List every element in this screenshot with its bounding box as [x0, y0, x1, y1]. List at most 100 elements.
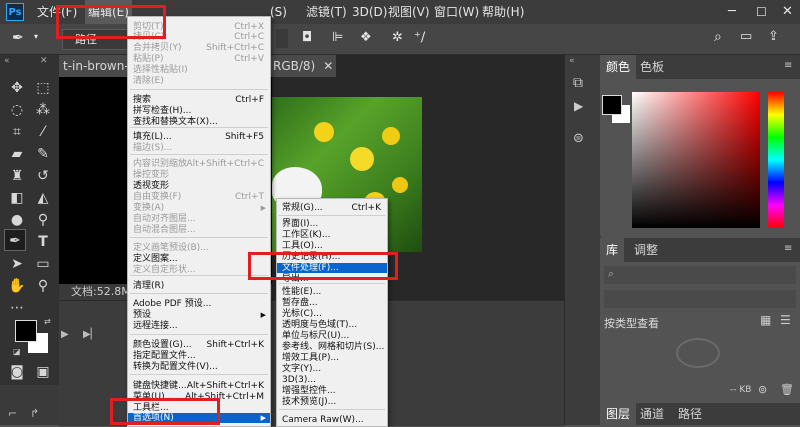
- tab-close-icon[interactable]: ✕: [315, 59, 333, 73]
- default-colors-icon[interactable]: ◪: [13, 347, 21, 356]
- edit-menu-item[interactable]: 预设 ▶: [128, 310, 270, 320]
- move-tool-icon[interactable]: ✥: [6, 77, 28, 99]
- library-select[interactable]: [604, 290, 796, 308]
- document-tab-tail[interactable]: RGB/8) ✕: [270, 55, 336, 77]
- tab-libraries[interactable]: 库: [600, 238, 625, 262]
- tab-color[interactable]: 颜色: [600, 55, 637, 79]
- menu-view[interactable]: 视图(V): [388, 0, 430, 24]
- foreground-color-swatch[interactable]: [15, 320, 37, 342]
- list-view-icon[interactable]: ☰: [780, 313, 791, 327]
- preferences-menu-item[interactable]: 文字(Y)...: [277, 364, 387, 374]
- play-icon[interactable]: ▶: [61, 329, 69, 340]
- edit-menu-item[interactable]: 自动对齐图层...: [128, 214, 270, 224]
- eraser-icon[interactable]: ◧: [6, 187, 28, 209]
- menu-select[interactable]: (S): [270, 0, 287, 24]
- menu-help[interactable]: 帮助(H): [482, 0, 524, 24]
- search-icon[interactable]: ⌕: [714, 29, 722, 45]
- edit-menu-item[interactable]: 变换(A) ▶: [128, 203, 270, 213]
- edit-menu-item[interactable]: 选择性粘贴(I): [128, 65, 270, 75]
- edit-menu-item[interactable]: 拼写检查(H)...: [128, 106, 270, 116]
- color-spectrum[interactable]: [632, 92, 760, 228]
- preferences-menu-item[interactable]: 界面(I)...: [277, 219, 387, 229]
- edit-menu-item[interactable]: 清除(E): [128, 76, 270, 86]
- preferences-menu-item[interactable]: 常规(G)... Ctrl+K: [277, 203, 387, 213]
- edit-menu-item[interactable]: 键盘快捷键... Alt+Shift+Ctrl+K: [128, 381, 270, 391]
- preferences-menu-item[interactable]: 单位与标尺(U)...: [277, 331, 387, 341]
- share-icon[interactable]: ⇪: [768, 29, 779, 44]
- tab-swatches[interactable]: 色板: [634, 55, 670, 79]
- collapse-icon[interactable]: «: [4, 56, 10, 66]
- crop-tool-icon[interactable]: ⌗: [6, 121, 28, 143]
- preferences-menu-item[interactable]: 暂存盘...: [277, 298, 387, 308]
- history-panel-icon[interactable]: ⧉: [573, 75, 583, 91]
- lasso-tool-icon[interactable]: ◌: [6, 99, 28, 121]
- preferences-menu-item[interactable]: 透明度与色域(T)...: [277, 320, 387, 330]
- path-arrangement-icon[interactable]: ❖: [360, 30, 372, 45]
- edit-menu-item[interactable]: 操控变形: [128, 170, 270, 180]
- trash-icon[interactable]: 🗑: [780, 383, 794, 396]
- workspace-icon[interactable]: ▭: [740, 29, 752, 44]
- panel-close-icon[interactable]: ✕: [40, 56, 48, 66]
- edit-menu-item[interactable]: 填充(L)... Shift+F5: [128, 132, 270, 142]
- pen-tool-icon[interactable]: ✒: [12, 30, 24, 46]
- edit-menu-item[interactable]: 远程连接...: [128, 321, 270, 331]
- tab-channels[interactable]: 通道: [640, 403, 664, 425]
- artboard-tool-icon[interactable]: ⬚: [32, 77, 54, 99]
- blur-tool-icon[interactable]: ●: [6, 209, 28, 231]
- path-option-stub[interactable]: [276, 29, 288, 48]
- edit-menu-item[interactable]: 指定配置文件...: [128, 351, 270, 361]
- edit-menu-item[interactable]: 自由变换(F) Ctrl+T: [128, 192, 270, 202]
- history-brush-icon[interactable]: ↺: [32, 165, 54, 187]
- tab-paths[interactable]: 路径: [678, 403, 702, 425]
- preferences-menu-item[interactable]: 工作区(K)...: [277, 230, 387, 240]
- edit-menu-item[interactable]: 合并拷贝(Y) Shift+Ctrl+C: [128, 43, 270, 53]
- hand-tool-icon[interactable]: ✋: [6, 275, 28, 297]
- sync-icon[interactable]: ⊚: [758, 383, 767, 396]
- edit-menu-item[interactable]: 颜色设置(G)... Shift+Ctrl+K: [128, 340, 270, 350]
- preferences-menu-item[interactable]: 技术预览(J)...: [277, 397, 387, 407]
- chevron-down-icon[interactable]: ▾: [34, 32, 38, 41]
- rectangle-tool-icon[interactable]: ▭: [32, 253, 54, 275]
- edit-menu-item[interactable]: 描边(S)...: [128, 143, 270, 153]
- next-frame-icon[interactable]: ▶▏: [83, 329, 98, 340]
- edit-menu-item[interactable]: 查找和替换文本(X)...: [128, 117, 270, 127]
- tab-adjustments[interactable]: 调整: [628, 238, 664, 262]
- panel-menu-icon[interactable]: ≡: [784, 243, 792, 254]
- edit-menu-item[interactable]: 清理(R): [128, 281, 270, 291]
- eyedropper-icon[interactable]: ⁄: [32, 121, 54, 143]
- menu-3d[interactable]: 3D(D): [352, 0, 387, 24]
- zoom-tool-icon[interactable]: ⚲: [32, 275, 54, 297]
- color-panel-foreground-swatch[interactable]: [602, 95, 622, 115]
- preferences-menu-item[interactable]: 增效工具(P)...: [277, 353, 387, 363]
- preferences-menu-item[interactable]: 增强型控件...: [277, 386, 387, 396]
- preferences-menu-item[interactable]: 性能(E)...: [277, 287, 387, 297]
- edit-menu-item[interactable]: 内容识别缩放 Alt+Shift+Ctrl+C: [128, 159, 270, 169]
- brush-tool-icon[interactable]: ✎: [32, 143, 54, 165]
- panel-menu-icon[interactable]: ≡: [784, 60, 792, 71]
- preferences-menu-item[interactable]: 光标(C)...: [277, 309, 387, 319]
- swap-colors-icon[interactable]: ⇄: [44, 317, 51, 326]
- menu-filter[interactable]: 滤镜(T): [306, 0, 347, 24]
- screen-mode-icon[interactable]: ▣: [32, 361, 54, 383]
- path-alignment-icon[interactable]: ⊫: [332, 30, 343, 45]
- dodge-tool-icon[interactable]: ⚲: [32, 209, 54, 231]
- preferences-menu-item[interactable]: 3D(3)...: [277, 375, 387, 385]
- edit-menu-item[interactable]: 粘贴(P) Ctrl+V: [128, 54, 270, 64]
- tab-layers[interactable]: 图层: [600, 403, 637, 425]
- properties-panel-icon[interactable]: ⊜: [573, 131, 584, 146]
- paint-bucket-icon[interactable]: ◭: [32, 187, 54, 209]
- more-tools-icon[interactable]: ⋯: [6, 297, 28, 319]
- clone-stamp-icon[interactable]: ♜: [6, 165, 28, 187]
- bracket-icon[interactable]: ⌐: [8, 407, 17, 420]
- gear-icon[interactable]: ✲: [392, 30, 403, 45]
- menu-window[interactable]: 窗口(W): [434, 0, 479, 24]
- path-operations-icon[interactable]: ◘: [302, 30, 312, 45]
- edit-menu-item[interactable]: 透视变形: [128, 181, 270, 191]
- edit-menu-item[interactable]: 自动混合图层...: [128, 225, 270, 235]
- view-by-type-label[interactable]: 按类型查看: [604, 315, 659, 331]
- magic-wand-icon[interactable]: ⁂: [32, 99, 54, 121]
- preferences-menu-item[interactable]: Camera Raw(W)...: [277, 415, 387, 425]
- preferences-menu-item[interactable]: 参考线、网格和切片(S)...: [277, 342, 387, 352]
- preferences-menu-item[interactable]: 工具(O)...: [277, 241, 387, 251]
- edit-menu-item[interactable]: 转换为配置文件(V)...: [128, 362, 270, 372]
